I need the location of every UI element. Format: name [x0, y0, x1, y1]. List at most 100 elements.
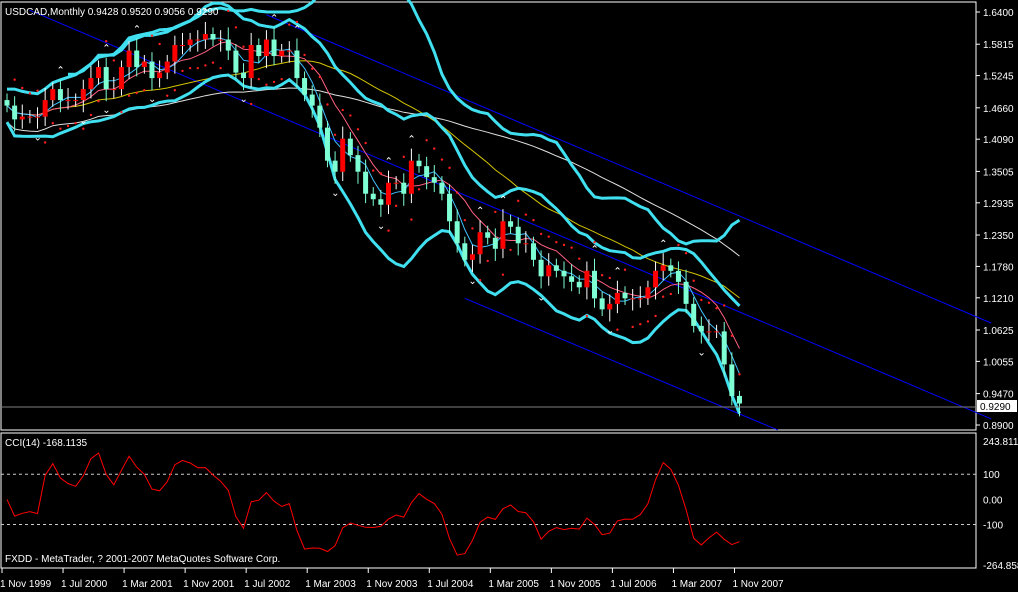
sar-dot — [616, 328, 619, 331]
candle-body — [485, 232, 491, 238]
fractal-up-icon: ⌃ — [407, 135, 415, 146]
candle-body — [668, 265, 674, 271]
candle-body — [42, 100, 48, 117]
cci-axis-label: -100 — [983, 521, 1003, 532]
sar-dot — [692, 279, 695, 282]
sar-dot — [333, 133, 337, 136]
y-tick-label: 1.6400 — [983, 8, 1014, 19]
candle-body — [225, 39, 231, 51]
fractal-up-icon: ⌃ — [476, 206, 484, 217]
candle-body — [706, 331, 712, 333]
sar-dot — [326, 103, 329, 106]
fractal-up-icon: ⌃ — [385, 157, 393, 168]
candle-body — [462, 243, 468, 260]
y-tick-label: 0.9470 — [983, 390, 1014, 401]
fractal-down-icon: ⌄ — [240, 94, 248, 105]
sar-dot — [639, 323, 642, 326]
bollinger-upper — [67, 0, 741, 246]
x-tick-label: 1 Nov 2007 — [732, 579, 784, 590]
candle-body — [96, 67, 102, 79]
candle-body — [653, 270, 659, 288]
candle-body — [416, 160, 422, 167]
candle-body — [294, 50, 300, 79]
x-tick-label: 1 Jul 2000 — [61, 579, 108, 590]
candle-body — [27, 116, 33, 118]
candle-body — [630, 298, 636, 300]
candle-body — [614, 292, 620, 304]
cci-line — [6, 452, 740, 556]
sar-dot — [509, 248, 512, 252]
sar-dot — [578, 257, 581, 260]
chart-window[interactable]: ⌄⌃⌄⌃⌄⌃⌄⌃⌄⌃⌃⌄⌄⌃⌃⌄⌃⌃⌄⌃⌄⌃⌃⌄ 1.64001.58151.5… — [0, 0, 1018, 592]
candle-body — [12, 105, 18, 120]
sar-dot — [364, 141, 367, 145]
candle-body — [4, 100, 10, 106]
fractal-up-icon: ⌃ — [499, 195, 507, 206]
candle-body — [195, 39, 201, 41]
candle-body — [508, 221, 514, 227]
sar-dot — [532, 218, 535, 222]
sar-dot — [318, 75, 322, 79]
sar-dot — [707, 301, 711, 304]
candle-body — [492, 237, 498, 249]
sar-dot — [715, 307, 718, 310]
sar-dot — [66, 124, 70, 128]
sar-dot — [158, 42, 161, 46]
channel-line — [464, 297, 778, 431]
candle-body — [324, 127, 330, 161]
sar-dot — [600, 274, 604, 277]
candle-body — [309, 94, 315, 106]
fractal-up-icon: ⌃ — [56, 66, 64, 77]
candle-body — [691, 303, 697, 326]
candle-body — [553, 265, 559, 271]
ma-short-line — [6, 37, 740, 374]
candle-body — [340, 138, 346, 172]
sar-dot — [646, 320, 650, 323]
x-tick-label: 1 Nov 1999 — [0, 579, 52, 590]
sar-dot — [104, 39, 108, 43]
candle-body — [103, 67, 109, 90]
candle-body — [530, 243, 536, 260]
x-tick-label: 1 Jul 2006 — [610, 579, 657, 590]
candle-body — [477, 232, 483, 255]
candles — [4, 21, 742, 417]
sar-dot — [455, 191, 459, 194]
sar-dot — [349, 114, 352, 117]
candle-body — [111, 89, 117, 91]
sar-dot — [234, 26, 238, 29]
candle-body — [592, 270, 598, 299]
sar-dot — [585, 314, 589, 318]
sar-dot — [539, 232, 543, 236]
candle-body — [714, 331, 720, 333]
sar-dot — [303, 53, 306, 57]
sar-dot — [356, 128, 360, 131]
candle-body — [187, 39, 193, 46]
sar-dot — [402, 155, 405, 159]
fractal-down-icon: ⌄ — [697, 348, 705, 359]
time-axis: 1 Nov 1999 1 Jul 2000 1 Mar 2001 1 Nov 2001… — [0, 568, 784, 590]
symbol-info: USDCAD,Monthly 0.9428 0.9520 0.9056 0.92… — [5, 7, 219, 18]
sar-dot — [562, 243, 566, 247]
sar-dot — [631, 325, 634, 329]
sar-dot — [471, 227, 474, 230]
candle-body — [157, 72, 163, 79]
candle-body — [431, 177, 437, 183]
candle-body — [439, 182, 445, 194]
sar-dot — [211, 61, 215, 64]
sar-dot — [74, 122, 77, 125]
candle-body — [393, 182, 399, 184]
sar-dot — [524, 213, 528, 216]
sar-dot — [150, 34, 154, 37]
candle-body — [347, 138, 353, 156]
fractal-up-icon: ⌃ — [102, 44, 110, 55]
x-tick-label: 1 Nov 2003 — [366, 579, 418, 590]
candle-body — [370, 193, 376, 200]
cci-label: CCI(14) -168.1135 — [5, 438, 88, 449]
y-tick-label: 1.4090 — [983, 135, 1014, 146]
y-tick-label: 1.5245 — [983, 72, 1014, 83]
y-tick-label: 1.4660 — [983, 104, 1014, 115]
sar-dot — [372, 169, 375, 172]
candle-body — [424, 166, 430, 178]
candle-body — [19, 116, 25, 120]
candle-body — [271, 39, 277, 57]
